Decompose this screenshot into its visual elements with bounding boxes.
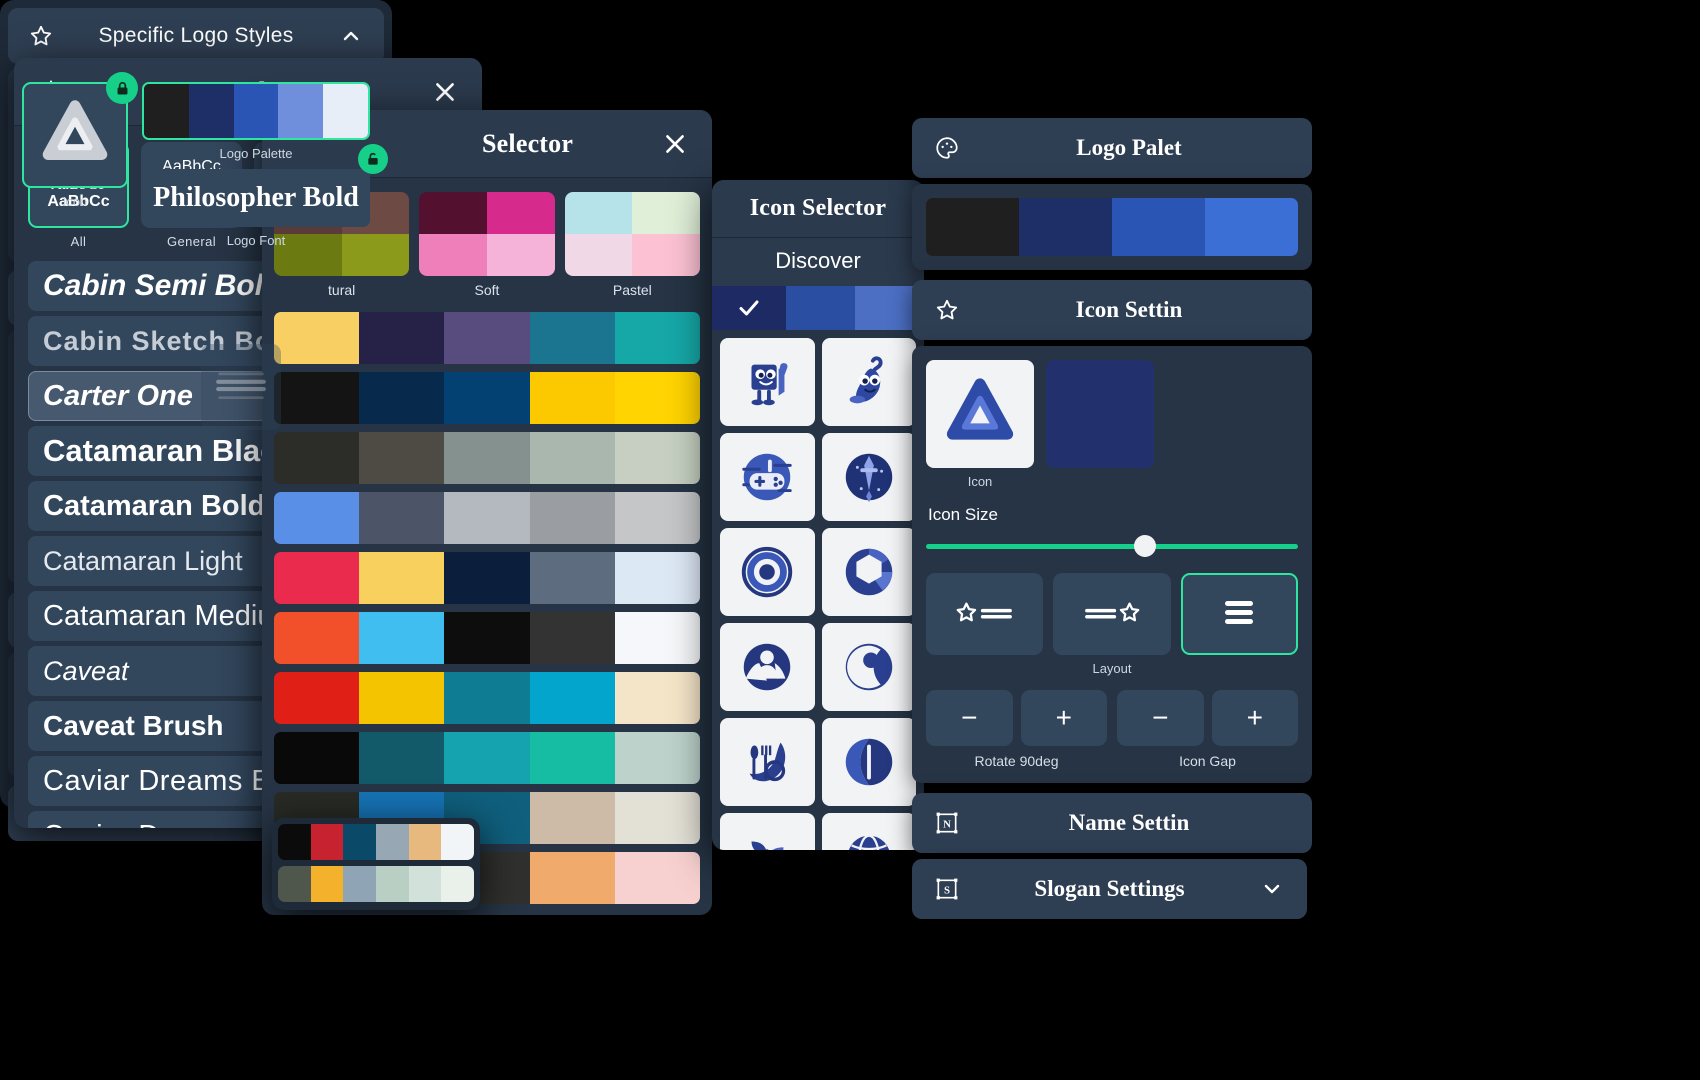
palette-category-soft-swatch (419, 192, 555, 276)
icon-settings-title: Icon Settin (1075, 297, 1183, 322)
globe-grid-icon[interactable] (821, 813, 916, 850)
logo-palette-swatch-card[interactable] (142, 82, 370, 140)
fork-plate-circle-icon[interactable] (821, 718, 916, 806)
palette-row[interactable] (274, 612, 700, 664)
chevron-up-icon[interactable] (334, 19, 368, 53)
palette-row[interactable] (274, 492, 700, 544)
close-icon[interactable] (428, 75, 462, 109)
star-outline-icon (24, 19, 58, 53)
close-icon[interactable] (658, 127, 692, 161)
slogan-settings-header[interactable]: S Slogan Settings (912, 859, 1307, 919)
name-settings-title: Name Settin (1068, 810, 1190, 835)
frame-layout-icon[interactable] (201, 344, 281, 430)
palette-row[interactable] (278, 824, 474, 860)
logo-font-card[interactable]: Philosopher Bold (142, 169, 370, 227)
stepper-row: − + Rotate 90deg − + Icon Gap (926, 690, 1298, 769)
logo-palette-swatches[interactable] (926, 198, 1298, 256)
palette-category-soft[interactable]: Soft (419, 192, 555, 298)
cutlery-leaf-icon[interactable] (720, 718, 815, 806)
icon-grid (712, 330, 924, 850)
svg-text:S: S (944, 884, 950, 896)
style-cards-right: Logo Palette Philosopher Bold Logo Font (142, 82, 388, 248)
icon-selector-title: Icon Selector (749, 195, 887, 221)
sword-night-circle-icon[interactable] (821, 433, 916, 521)
icon-preview-alt[interactable] (1046, 360, 1154, 468)
slider-knob[interactable] (1134, 535, 1157, 557)
specific-logo-styles-header[interactable]: Specific Logo Styles (8, 8, 384, 64)
palette-category-natural-label: tural (328, 282, 356, 298)
specific-styles-grid: Icon Logo Palette Philosopher Bold Logo … (22, 72, 388, 248)
palette-row-list[interactable] (262, 304, 712, 904)
icon-gap-stepper: − + Icon Gap (1117, 690, 1298, 769)
palette-row[interactable] (274, 312, 700, 364)
settings-column: Logo Palet Icon Settin Icon Icon Size La… (912, 118, 1312, 919)
palette-category-soft-label: Soft (474, 282, 500, 298)
palette-row[interactable] (274, 432, 700, 484)
icon-above-layout-tile[interactable] (1180, 573, 1298, 655)
palette-overflow-left (272, 818, 480, 910)
name-box-icon: N (930, 806, 964, 840)
palette-icon (930, 131, 964, 165)
palette-row[interactable] (274, 672, 700, 724)
logo-palette-body (912, 184, 1312, 270)
icon-selector-panel: Icon Selector Discover (712, 180, 924, 850)
palette-category-pastel-label: Pastel (612, 282, 652, 298)
svg-text:N: N (943, 818, 951, 830)
lock-closed-icon[interactable] (106, 72, 138, 104)
icon-left-layout-tile[interactable] (926, 573, 1044, 655)
logo-font-caption: Logo Font (226, 233, 286, 248)
plant-sprout-icon[interactable] (720, 813, 815, 850)
logo-palette-caption: Logo Palette (219, 146, 293, 161)
rotate-stepper: − + Rotate 90deg (926, 690, 1107, 769)
palette-row[interactable] (278, 866, 474, 902)
locked-icon-caption: Icon (62, 194, 88, 209)
icon-color-strip[interactable] (712, 286, 924, 330)
palette-category-pastel-swatch (564, 192, 700, 276)
slider-track (926, 543, 1298, 549)
lock-open-icon[interactable] (358, 144, 388, 174)
app-root: Font Selector AaBbCc AaBbCc AaBbCc All A… (0, 0, 1700, 1080)
palette-category-pastel[interactable]: Pastel (564, 192, 700, 298)
icon-right-layout-tile[interactable] (1053, 573, 1171, 655)
game-controller-circle-icon[interactable] (720, 433, 815, 521)
logo-palette-header[interactable]: Logo Palet (912, 118, 1312, 178)
palette-row[interactable] (274, 552, 700, 604)
hexagon-spiral-icon[interactable] (821, 528, 916, 616)
icon-gap-plus-button[interactable]: + (1211, 690, 1298, 746)
icon-size-label: Icon Size (928, 505, 998, 524)
rotate-plus-button[interactable]: + (1020, 690, 1107, 746)
rotate-minus-button[interactable]: − (926, 690, 1013, 746)
logo-palette-title: Logo Palet (1076, 135, 1182, 160)
checkmark-icon (712, 296, 786, 320)
rotate-stepper-label: Rotate 90deg (974, 753, 1059, 769)
slogan-settings-title: Slogan Settings (1034, 876, 1185, 901)
specific-logo-styles-body: Icon Logo Palette Philosopher Bold Logo … (8, 68, 388, 262)
chili-pepper-character-icon[interactable] (821, 338, 916, 426)
specific-logo-styles-title: Specific Logo Styles (98, 24, 294, 47)
layout-caption: Layout (1092, 661, 1132, 676)
icon-settings-header[interactable]: Icon Settin (912, 280, 1312, 340)
icon-settings-body: Icon Icon Size Layout − + Rotate 90deg −… (912, 346, 1312, 783)
locked-icon-card: Icon (22, 72, 138, 248)
palette-row[interactable] (274, 372, 700, 424)
slogan-box-icon: S (930, 872, 964, 906)
icon-selector-subtitle[interactable]: Discover (712, 238, 924, 286)
icon-selector-header: Icon Selector (712, 180, 924, 238)
star-outline-icon (930, 293, 964, 327)
crescent-dot-circle-icon[interactable] (821, 623, 916, 711)
waving-book-character-icon[interactable] (720, 338, 815, 426)
icon-size-slider[interactable] (926, 535, 1298, 557)
layout-tile-row (926, 573, 1298, 655)
palette-row[interactable] (274, 732, 700, 784)
penrose-triangle-icon[interactable] (926, 360, 1034, 468)
concentric-rings-icon[interactable] (720, 528, 815, 616)
chevron-down-icon[interactable] (1255, 872, 1289, 906)
icon-gap-stepper-label: Icon Gap (1179, 753, 1236, 769)
icon-preview-caption: Icon (967, 474, 993, 489)
person-mountain-circle-icon[interactable] (720, 623, 815, 711)
icon-preview-row: Icon (926, 360, 1298, 489)
name-settings-header[interactable]: N Name Settin (912, 793, 1312, 853)
icon-gap-minus-button[interactable]: − (1117, 690, 1204, 746)
